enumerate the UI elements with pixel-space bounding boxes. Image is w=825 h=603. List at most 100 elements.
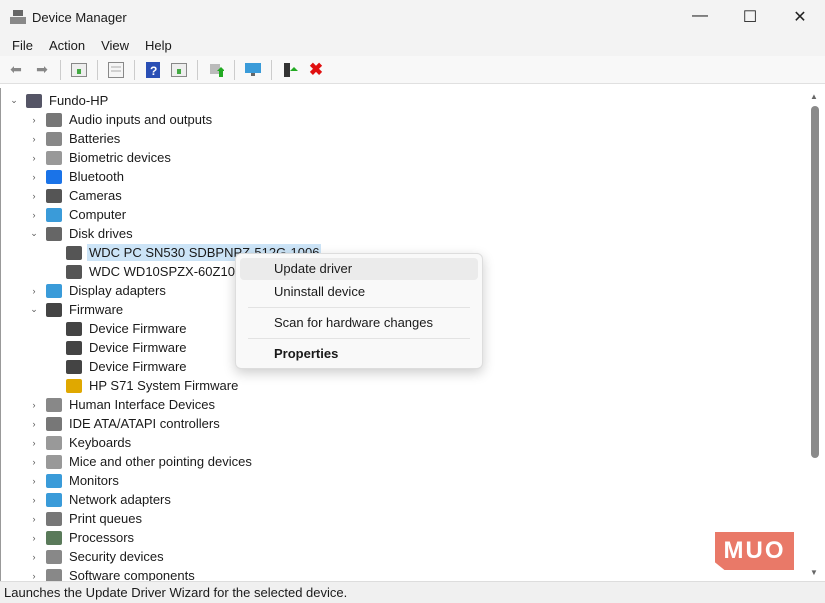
device-icon <box>26 93 42 108</box>
device-icon <box>46 568 62 581</box>
tree-item[interactable]: › Software components <box>1 566 807 581</box>
tree-item-label: Display adapters <box>69 283 166 298</box>
minimize-button[interactable]: — <box>675 7 725 27</box>
tree-item[interactable]: › Batteries <box>1 129 807 148</box>
tree-item[interactable]: › Biometric devices <box>1 148 807 167</box>
uninstall-icon[interactable]: ✖ <box>306 60 326 79</box>
menu-help[interactable]: Help <box>137 38 180 53</box>
device-icon <box>46 416 62 431</box>
tree-item[interactable]: › IDE ATA/ATAPI controllers <box>1 414 807 433</box>
forward-icon[interactable]: ➡ <box>32 61 52 79</box>
tree-item-label: Audio inputs and outputs <box>69 112 213 127</box>
close-button[interactable]: ✕ <box>775 7 825 27</box>
menu-separator <box>248 307 470 308</box>
menu-scan-hardware[interactable]: Scan for hardware changes <box>240 312 478 334</box>
device-icon <box>46 283 62 298</box>
expand-chevron-icon[interactable]: ⌄ <box>27 228 41 239</box>
menu-file[interactable]: File <box>4 38 41 53</box>
tree-item-label: Biometric devices <box>69 150 171 165</box>
expand-chevron-icon[interactable]: ⌄ <box>7 95 21 106</box>
svg-text:?: ? <box>150 64 157 78</box>
expand-chevron-icon[interactable]: › <box>27 153 41 163</box>
scroll-up-icon[interactable]: ▲ <box>810 92 818 101</box>
expand-chevron-icon[interactable]: › <box>27 495 41 505</box>
expand-chevron-icon[interactable]: › <box>27 115 41 125</box>
expand-chevron-icon[interactable]: › <box>27 210 41 220</box>
device-icon <box>66 321 82 336</box>
tree-item[interactable]: › Security devices <box>1 547 807 566</box>
menu-separator <box>248 338 470 339</box>
tree-item[interactable]: › Keyboards <box>1 433 807 452</box>
tree-item[interactable]: › Print queues <box>1 509 807 528</box>
title-bar: Device Manager — ☐ ✕ <box>0 0 825 34</box>
show-hide-console-tree-icon[interactable] <box>69 61 89 79</box>
menu-properties[interactable]: Properties <box>240 343 478 365</box>
tree-item-label: IDE ATA/ATAPI controllers <box>69 416 220 431</box>
tree-item[interactable]: ⌄ Disk drives <box>1 224 807 243</box>
tree-item[interactable]: › Audio inputs and outputs <box>1 110 807 129</box>
expand-chevron-icon[interactable]: › <box>27 438 41 448</box>
tree-item-label: Network adapters <box>69 492 171 507</box>
device-icon <box>46 511 62 526</box>
scrollbar-thumb[interactable] <box>811 106 819 458</box>
tree-item-label: Device Firmware <box>89 359 187 374</box>
tree-item-label: Firmware <box>69 302 124 317</box>
tree-item-label: WDC WD10SPZX-60Z10T0 <box>89 264 251 279</box>
tree-item[interactable]: › Mice and other pointing devices <box>1 452 807 471</box>
expand-chevron-icon[interactable]: › <box>27 400 41 410</box>
menu-uninstall-device[interactable]: Uninstall device <box>240 281 478 303</box>
expand-chevron-icon[interactable]: › <box>27 134 41 144</box>
help-icon[interactable]: ? <box>143 61 163 79</box>
tree-item[interactable]: › Monitors <box>1 471 807 490</box>
tree-item[interactable]: › Cameras <box>1 186 807 205</box>
device-icon <box>66 264 82 279</box>
device-icon <box>46 492 62 507</box>
device-icon <box>46 530 62 545</box>
scroll-down-icon[interactable]: ▼ <box>810 568 818 577</box>
tree-item[interactable]: › Computer <box>1 205 807 224</box>
device-icon <box>46 169 62 184</box>
tree-item[interactable]: ⌄ Fundo-HP <box>1 91 807 110</box>
tree-item-label: Monitors <box>69 473 119 488</box>
tree-item[interactable]: › Human Interface Devices <box>1 395 807 414</box>
menu-action[interactable]: Action <box>41 38 93 53</box>
tree-item-label: Cameras <box>69 188 122 203</box>
menu-view[interactable]: View <box>93 38 137 53</box>
tree-item-label: Batteries <box>69 131 121 146</box>
tree-item-label: Device Firmware <box>89 321 187 336</box>
expand-chevron-icon[interactable]: › <box>27 476 41 486</box>
scan-hardware-icon[interactable] <box>243 61 263 79</box>
menu-update-driver[interactable]: Update driver <box>240 258 478 280</box>
tree-item[interactable]: › Processors <box>1 528 807 547</box>
expand-chevron-icon[interactable]: › <box>27 191 41 201</box>
maximize-button[interactable]: ☐ <box>725 7 775 27</box>
expand-chevron-icon[interactable]: › <box>27 533 41 543</box>
status-bar: Launches the Update Driver Wizard for th… <box>0 581 825 603</box>
update-driver-icon[interactable] <box>206 61 226 79</box>
vertical-scrollbar[interactable]: ▲ ▼ <box>807 88 821 581</box>
tree-item-label: Fundo-HP <box>49 93 109 108</box>
tree-item-label: Keyboards <box>69 435 132 450</box>
expand-chevron-icon[interactable]: › <box>27 172 41 182</box>
device-icon <box>66 340 82 355</box>
enable-device-icon[interactable] <box>280 61 300 79</box>
back-icon[interactable]: ⬅ <box>6 61 26 79</box>
expand-chevron-icon[interactable]: › <box>27 571 41 581</box>
action-pane-icon[interactable] <box>169 61 189 79</box>
expand-chevron-icon[interactable]: › <box>27 419 41 429</box>
device-icon <box>46 549 62 564</box>
expand-chevron-icon[interactable]: › <box>27 552 41 562</box>
device-manager-icon <box>10 10 26 24</box>
expand-chevron-icon[interactable]: › <box>27 514 41 524</box>
context-menu: Update driver Uninstall device Scan for … <box>235 253 483 369</box>
tree-item-label: Computer <box>69 207 127 222</box>
device-icon <box>46 435 62 450</box>
tree-item[interactable]: › Network adapters <box>1 490 807 509</box>
tree-item[interactable]: HP S71 System Firmware <box>1 376 807 395</box>
expand-chevron-icon[interactable]: › <box>27 457 41 467</box>
expand-chevron-icon[interactable]: ⌄ <box>27 304 41 315</box>
tree-item[interactable]: › Bluetooth <box>1 167 807 186</box>
tree-item-label: HP S71 System Firmware <box>89 378 239 393</box>
properties-icon[interactable] <box>106 61 126 79</box>
expand-chevron-icon[interactable]: › <box>27 286 41 296</box>
